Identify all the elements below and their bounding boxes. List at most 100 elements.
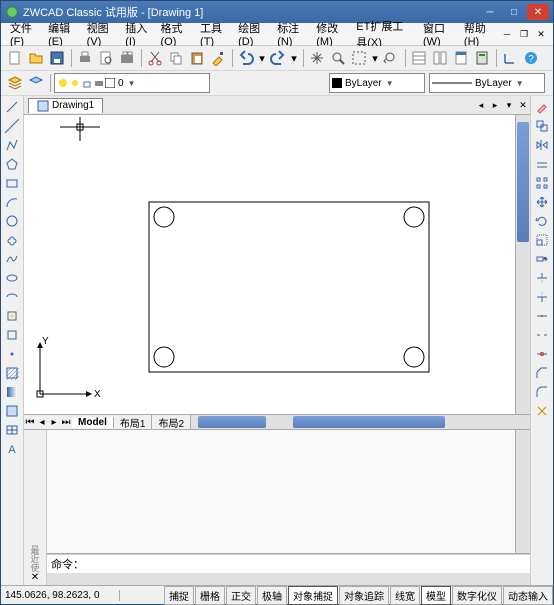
redo-dropdown[interactable]: ▾: [289, 48, 299, 68]
open-button[interactable]: [26, 48, 46, 68]
layout-first-button[interactable]: ⏮: [24, 417, 36, 428]
break-at-point-tool[interactable]: [533, 307, 551, 325]
properties-button[interactable]: [409, 48, 429, 68]
status-lwt[interactable]: 线宽: [390, 586, 420, 605]
polygon-tool[interactable]: [3, 155, 21, 173]
layout-prev-button[interactable]: ◂: [36, 417, 48, 428]
spline-tool[interactable]: [3, 250, 21, 268]
line-tool[interactable]: [3, 98, 21, 116]
hatch-tool[interactable]: [3, 364, 21, 382]
layout-tab-2[interactable]: 布局2: [152, 415, 191, 430]
chamfer-tool[interactable]: [533, 364, 551, 382]
undo-dropdown[interactable]: ▾: [257, 48, 267, 68]
pan-button[interactable]: [307, 48, 327, 68]
publish-button[interactable]: [117, 48, 137, 68]
layout-last-button[interactable]: ⏭: [60, 417, 72, 428]
layout-tab-model[interactable]: Model: [72, 417, 114, 428]
maximize-button[interactable]: □: [503, 4, 525, 20]
color-combo[interactable]: ByLayer ▼: [329, 73, 425, 93]
status-snap[interactable]: 捕捉: [164, 586, 194, 605]
break-tool[interactable]: [533, 326, 551, 344]
undo-button[interactable]: [236, 48, 256, 68]
explode-tool[interactable]: [533, 402, 551, 420]
erase-tool[interactable]: [533, 98, 551, 116]
zoom-previous-button[interactable]: [381, 48, 401, 68]
close-button[interactable]: ✕: [527, 4, 549, 20]
print-button[interactable]: [75, 48, 95, 68]
status-model[interactable]: 模型: [421, 586, 451, 605]
copy-button[interactable]: [166, 48, 186, 68]
point-tool[interactable]: [3, 345, 21, 363]
polyline-tool[interactable]: [3, 136, 21, 154]
circle-tool[interactable]: [3, 212, 21, 230]
match-props-button[interactable]: [208, 48, 228, 68]
stretch-tool[interactable]: [533, 250, 551, 268]
make-block-tool[interactable]: [3, 326, 21, 344]
command-input[interactable]: 命令：: [47, 554, 530, 573]
layer-state-button[interactable]: [26, 73, 46, 93]
tab-prev-button[interactable]: ◂: [474, 100, 488, 111]
zoom-realtime-button[interactable]: [328, 48, 348, 68]
revcloud-tool[interactable]: [3, 231, 21, 249]
mdi-minimize-button[interactable]: ─: [499, 27, 515, 41]
canvas-hscrollbar[interactable]: [191, 415, 530, 429]
join-tool[interactable]: [533, 345, 551, 363]
save-button[interactable]: [47, 48, 67, 68]
paste-button[interactable]: [187, 48, 207, 68]
new-button[interactable]: [5, 48, 25, 68]
tab-next-button[interactable]: ▸: [488, 100, 502, 111]
mirror-tool[interactable]: [533, 136, 551, 154]
calculator-button[interactable]: [472, 48, 492, 68]
status-otrack[interactable]: 对象追踪: [339, 586, 389, 605]
layer-manager-button[interactable]: [5, 73, 25, 93]
tab-list-button[interactable]: ▾: [502, 100, 516, 111]
layout-tab-1[interactable]: 布局1: [114, 415, 153, 430]
table-tool[interactable]: [3, 421, 21, 439]
offset-tool[interactable]: [533, 155, 551, 173]
zoom-window-button[interactable]: [349, 48, 369, 68]
status-digitizer[interactable]: 数字化仪: [452, 586, 502, 605]
trim-tool[interactable]: [533, 269, 551, 287]
tab-close-button[interactable]: ✕: [516, 100, 530, 111]
linetype-combo[interactable]: ByLayer ▼: [429, 73, 545, 93]
redo-button[interactable]: [268, 48, 288, 68]
mdi-close-button[interactable]: ✕: [533, 27, 549, 41]
arc-tool[interactable]: [3, 193, 21, 211]
copy-tool[interactable]: [533, 117, 551, 135]
region-tool[interactable]: [3, 402, 21, 420]
extend-tool[interactable]: [533, 288, 551, 306]
doc-tab-drawing1[interactable]: Drawing1: [28, 98, 103, 113]
canvas-vscrollbar[interactable]: [515, 115, 530, 414]
mdi-restore-button[interactable]: ❐: [516, 27, 532, 41]
status-dyn[interactable]: 动态输入: [503, 586, 553, 605]
move-tool[interactable]: [533, 193, 551, 211]
design-center-button[interactable]: [430, 48, 450, 68]
scale-tool[interactable]: [533, 231, 551, 249]
construction-line-tool[interactable]: [3, 117, 21, 135]
rectangle-tool[interactable]: [3, 174, 21, 192]
help-button[interactable]: ?: [521, 48, 541, 68]
layout-next-button[interactable]: ▸: [48, 417, 60, 428]
zoom-dropdown[interactable]: ▾: [370, 48, 380, 68]
rotate-tool[interactable]: [533, 212, 551, 230]
cut-button[interactable]: [145, 48, 165, 68]
status-coords[interactable]: 145.0626, 98.2623, 0: [1, 590, 120, 601]
print-preview-button[interactable]: [96, 48, 116, 68]
cmdlog-vscrollbar[interactable]: [515, 430, 530, 553]
fillet-tool[interactable]: [533, 383, 551, 401]
ellipse-arc-tool[interactable]: [3, 288, 21, 306]
mtext-tool[interactable]: A: [3, 440, 21, 458]
command-log[interactable]: [47, 430, 530, 554]
array-tool[interactable]: [533, 174, 551, 192]
status-ortho[interactable]: 正交: [226, 586, 256, 605]
layer-combo[interactable]: 0 ▼: [54, 73, 210, 93]
status-polar[interactable]: 极轴: [257, 586, 287, 605]
status-osnap[interactable]: 对象捕捉: [288, 586, 338, 605]
insert-block-tool[interactable]: [3, 307, 21, 325]
status-grid[interactable]: 栅格: [195, 586, 225, 605]
tool-palettes-button[interactable]: [451, 48, 471, 68]
gradient-tool[interactable]: [3, 383, 21, 401]
cmd-close-button[interactable]: ✕: [31, 572, 39, 583]
drawing-canvas[interactable]: Y X: [24, 115, 515, 414]
cmd-hscrollbar[interactable]: [47, 573, 530, 585]
